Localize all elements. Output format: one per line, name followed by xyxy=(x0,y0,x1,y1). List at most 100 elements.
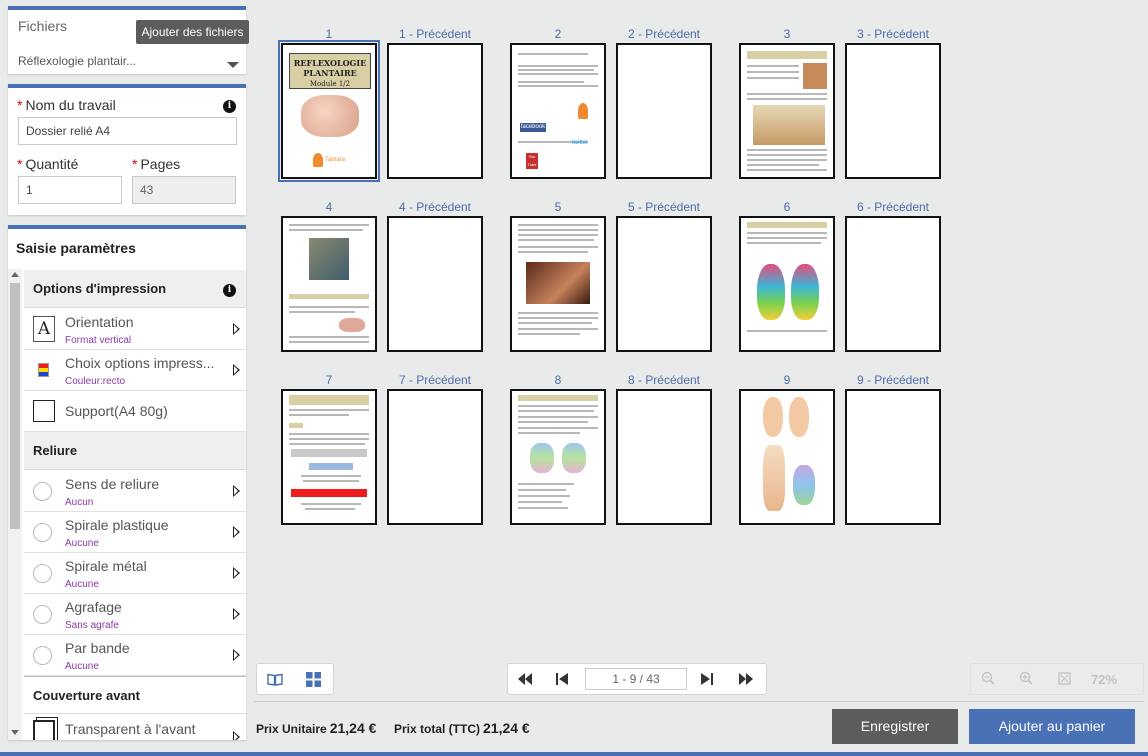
parameters-panel: Saisie paramètres Options d'impression i… xyxy=(8,225,246,740)
zoom-out-button[interactable] xyxy=(979,671,997,689)
page-label: 2 xyxy=(554,27,562,41)
pages-field: 43 xyxy=(132,176,236,204)
radio-button[interactable] xyxy=(33,482,52,501)
option-label: Agrafage xyxy=(65,599,122,615)
option-label: Par bande xyxy=(65,640,130,656)
page-back-9[interactable] xyxy=(845,389,941,525)
page-thumbnail-5[interactable] xyxy=(510,216,606,352)
info-icon[interactable]: i xyxy=(223,100,236,113)
file-select[interactable]: Réflexologie plantair... xyxy=(18,54,228,68)
front-cover-heading: Couverture avant xyxy=(24,676,246,714)
page-thumbnail-3[interactable] xyxy=(739,43,835,179)
page-label: 5 xyxy=(554,200,562,214)
page-back-7[interactable] xyxy=(387,389,483,525)
book-view-button[interactable] xyxy=(261,667,289,691)
job-name-input[interactable]: Dossier relié A4 xyxy=(18,117,237,145)
fit-page-button[interactable] xyxy=(1055,671,1073,689)
zoom-level: 72% xyxy=(1091,672,1118,687)
page-back-1[interactable] xyxy=(387,43,483,179)
footer-divider xyxy=(254,701,1144,702)
scroll-up-icon[interactable] xyxy=(11,272,19,277)
radio-button[interactable] xyxy=(33,605,52,624)
first-page-button[interactable] xyxy=(511,667,539,691)
page-back-label: 4 - Précédent xyxy=(398,200,472,214)
total-price: Prix total (TTC) 21,24 € xyxy=(394,720,530,736)
next-page-button[interactable] xyxy=(693,667,721,691)
page-thumbnail-4[interactable] xyxy=(281,216,377,352)
grid-view-button[interactable] xyxy=(299,667,327,691)
first-page-icon xyxy=(518,673,532,685)
metal-spiral-option[interactable]: Spirale métal Aucune xyxy=(24,553,246,594)
page-back-label: 7 - Précédent xyxy=(398,373,472,387)
page-thumbnail-9[interactable] xyxy=(739,389,835,525)
page-back-label: 8 - Précédent xyxy=(627,373,701,387)
band-option[interactable]: Par bande Aucune xyxy=(24,635,246,676)
option-value: Aucune xyxy=(65,538,99,549)
scroll-down-icon[interactable] xyxy=(11,730,19,735)
required-mark: * xyxy=(17,156,23,172)
orientation-option[interactable]: A Orientation Format vertical xyxy=(24,309,246,350)
page-thumbnail-1[interactable]: REFLEXOLOGIE PLANTAIRE Module 1/2 Tamara xyxy=(278,40,380,182)
color-options-icon xyxy=(38,363,49,377)
page-thumbnail-6[interactable] xyxy=(739,216,835,352)
option-value: Couleur:recto xyxy=(65,376,126,387)
cover-title: REFLEXOLOGIE PLANTAIRE Module 1/2 xyxy=(289,53,371,89)
last-page-icon xyxy=(739,673,753,685)
plastic-spiral-option[interactable]: Spirale plastique Aucune xyxy=(24,512,246,553)
page-label: 9 xyxy=(783,373,791,387)
info-icon[interactable]: i xyxy=(223,284,236,297)
scrollbar-thumb[interactable] xyxy=(10,283,20,529)
page-counter-input[interactable]: 1 - 9 / 43 xyxy=(585,668,687,690)
previous-page-button[interactable] xyxy=(548,667,576,691)
chevron-right-icon xyxy=(233,364,240,376)
brand-logo: Tamara xyxy=(325,157,346,163)
option-value: Format vertical xyxy=(65,335,132,346)
quantity-input[interactable]: 1 xyxy=(18,176,122,204)
option-value: Sans agrafe xyxy=(65,620,119,631)
radio-button[interactable] xyxy=(33,523,52,542)
scrollbar[interactable] xyxy=(8,269,22,740)
binding-direction-option[interactable]: Sens de reliure Aucun xyxy=(24,471,246,512)
page-label: 7 xyxy=(325,373,333,387)
paper-support-option[interactable]: Support(A4 80g) xyxy=(24,391,246,432)
page-thumbnail-2[interactable]: facebook twitter You Tube xyxy=(510,43,606,179)
pages-label: * Pages xyxy=(132,156,181,172)
radio-button[interactable] xyxy=(33,646,52,665)
page-back-label: 6 - Précédent xyxy=(856,200,930,214)
page-back-3[interactable] xyxy=(845,43,941,179)
option-label: Support(A4 80g) xyxy=(65,403,168,419)
transparent-cover-option[interactable]: Transparent à l'avant xyxy=(24,715,246,740)
view-mode-toolbar xyxy=(256,663,334,695)
job-name-label: * Nom du travail xyxy=(17,97,116,113)
foot-chart xyxy=(793,465,815,505)
job-panel: * Nom du travail i Dossier relié A4 * Quan… xyxy=(8,84,246,215)
egyptian-illustration xyxy=(753,105,825,145)
page-back-5[interactable] xyxy=(616,216,712,352)
required-mark: * xyxy=(17,97,23,113)
page-label: 4 xyxy=(325,200,333,214)
page-back-8[interactable] xyxy=(616,389,712,525)
page-banner xyxy=(747,51,827,59)
option-label: Transparent à l'avant xyxy=(65,721,196,737)
add-to-cart-button[interactable]: Ajouter au panier xyxy=(969,709,1135,744)
stapling-option[interactable]: Agrafage Sans agrafe xyxy=(24,594,246,635)
page-back-6[interactable] xyxy=(845,216,941,352)
page-back-2[interactable] xyxy=(616,43,712,179)
zoom-in-button[interactable] xyxy=(1017,671,1035,689)
option-label: Sens de reliure xyxy=(65,476,160,492)
page-back-4[interactable] xyxy=(387,216,483,352)
orientation-icon: A xyxy=(33,316,55,342)
page-thumbnail-7[interactable] xyxy=(281,389,377,525)
option-label: Spirale plastique xyxy=(65,517,169,533)
radio-button[interactable] xyxy=(33,564,52,583)
add-files-button[interactable]: Ajouter des fichiers xyxy=(136,20,249,44)
grid-icon xyxy=(305,671,321,687)
save-button[interactable]: Enregistrer xyxy=(832,709,958,744)
print-color-option[interactable]: Choix options impress... Couleur:recto xyxy=(24,350,246,391)
parameters-title: Saisie paramètres xyxy=(16,240,136,256)
chevron-down-icon[interactable] xyxy=(227,62,239,68)
youtube-icon: You Tube xyxy=(526,153,538,169)
logo-figure xyxy=(313,153,323,167)
last-page-button[interactable] xyxy=(732,667,760,691)
page-thumbnail-8[interactable] xyxy=(510,389,606,525)
